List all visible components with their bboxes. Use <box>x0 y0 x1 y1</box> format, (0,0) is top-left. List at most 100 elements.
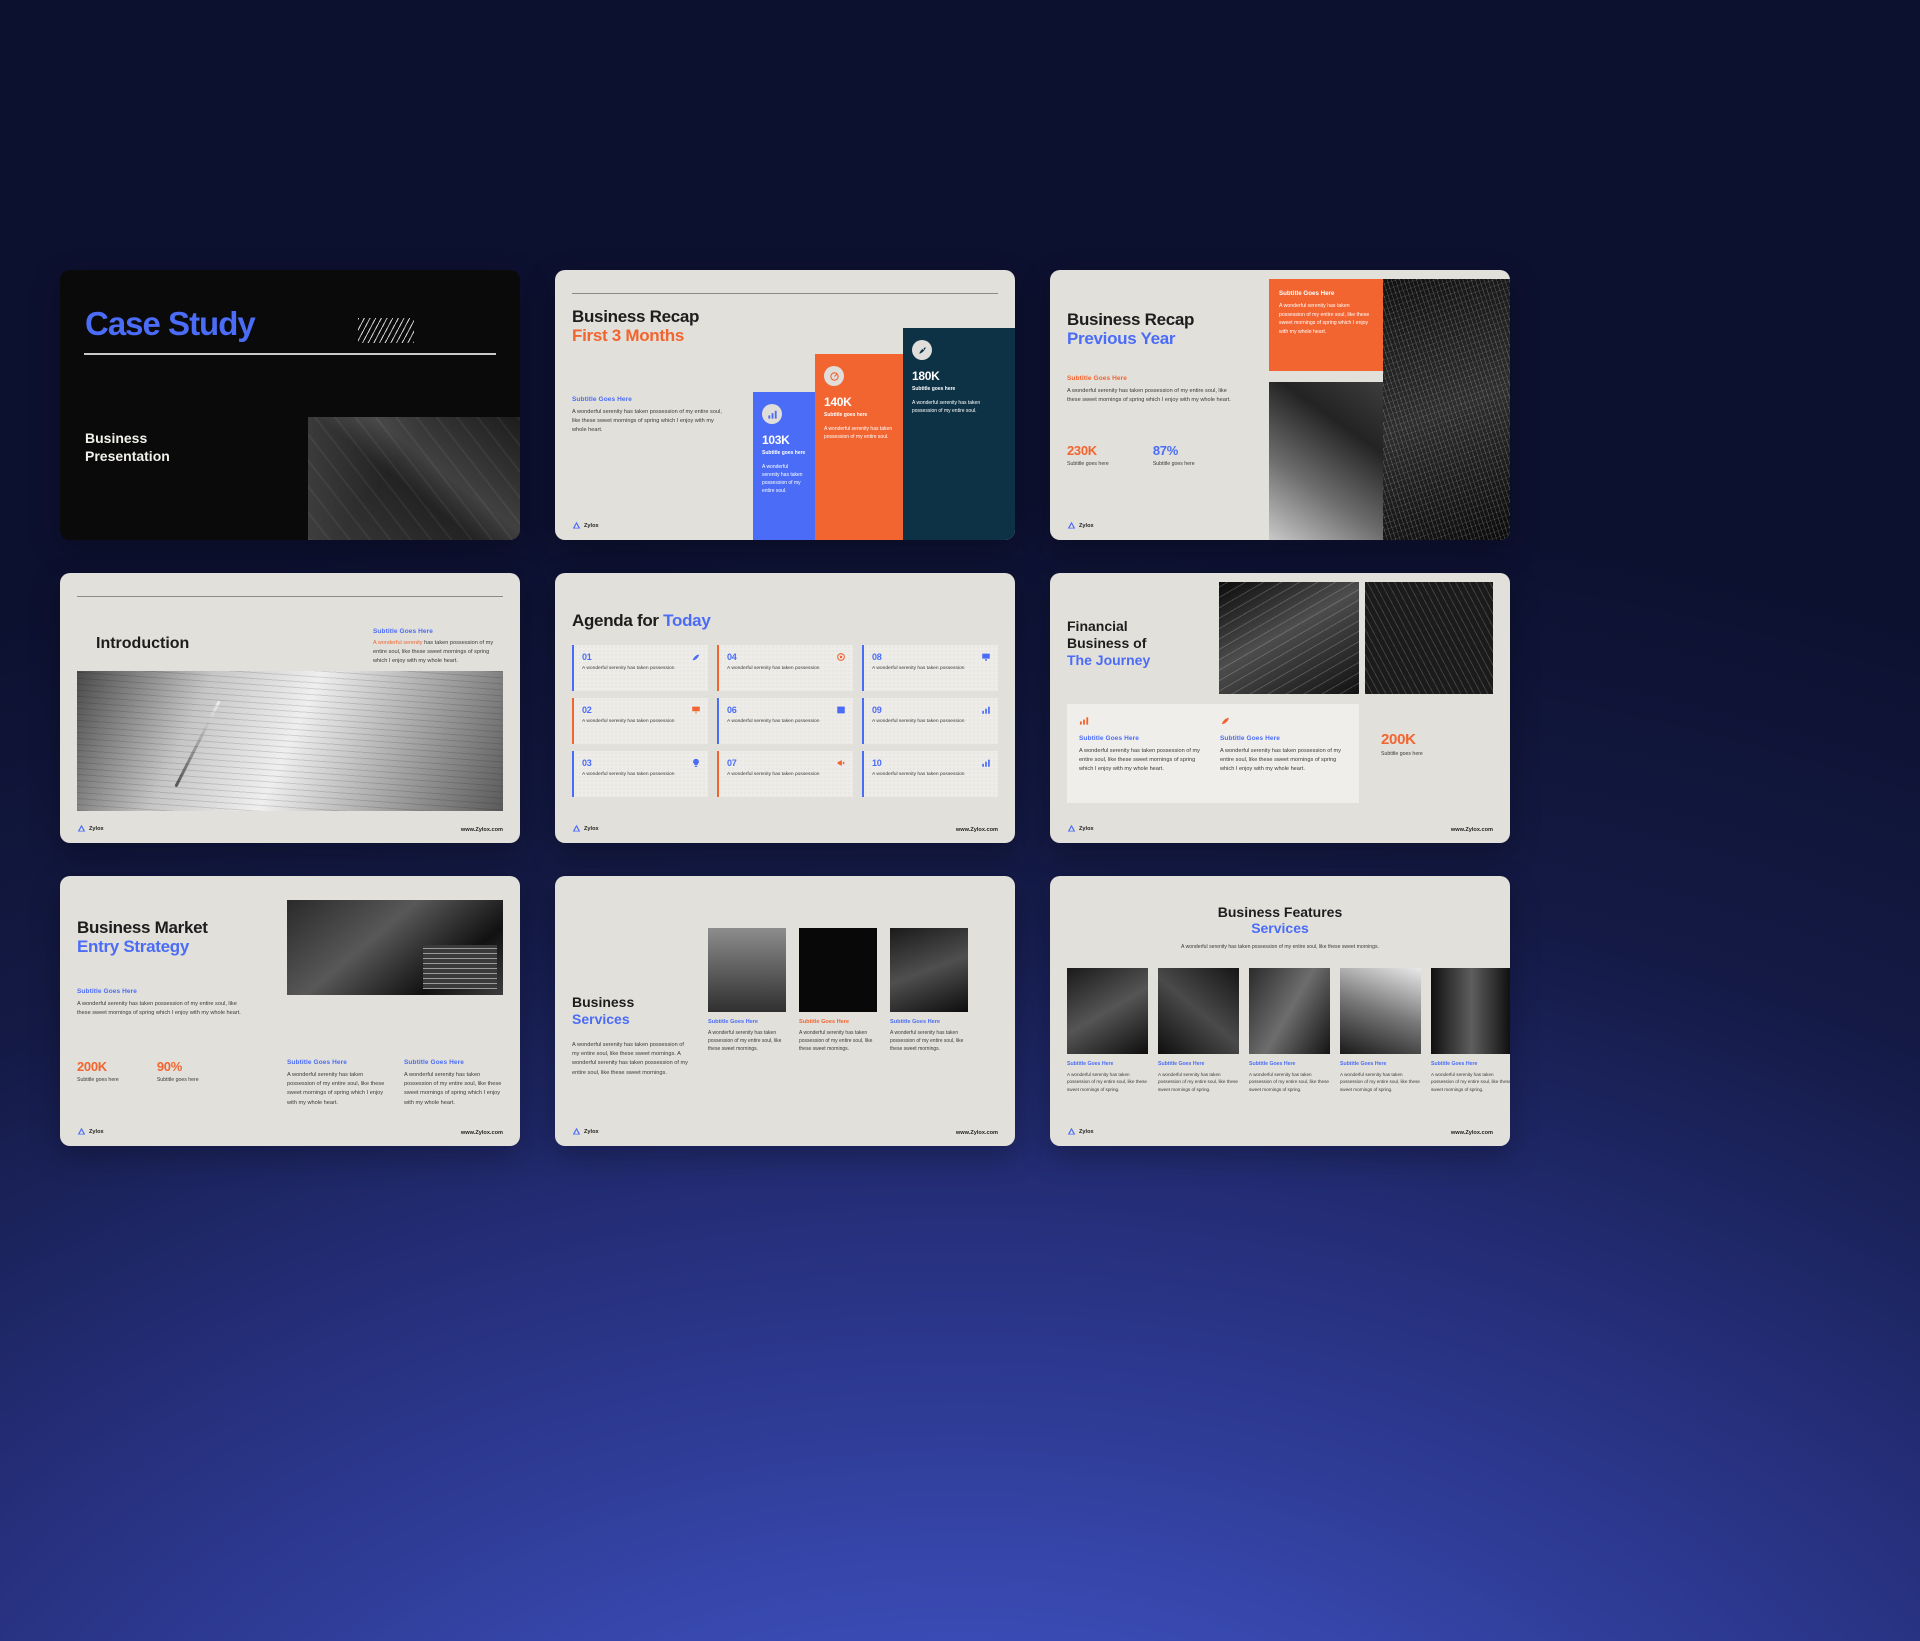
info-column: Subtitle Goes Here A wonderful serenity … <box>404 1059 503 1108</box>
card-title: Subtitle Goes Here <box>799 1019 850 1025</box>
feature-item[interactable]: Subtitle Goes Here A wonderful serenity h… <box>1431 968 1510 1093</box>
megaphone-icon <box>837 760 845 766</box>
slide-financial-business[interactable]: Financial Business of The Journey Subtit… <box>1050 573 1510 843</box>
page-title: Business Services <box>572 994 634 1028</box>
stat-card[interactable]: 103K Subtitle goes here A wonderful sere… <box>753 392 815 540</box>
agenda-number: 10 <box>872 758 882 768</box>
zylox-logo-icon <box>1067 1127 1076 1135</box>
stat-label: Subtitle goes here <box>762 450 806 456</box>
slide-business-services[interactable]: Business Services A wonderful serenity h… <box>555 876 1015 1146</box>
agenda-item[interactable]: 03 A wonderful serenity has taken possess… <box>572 751 708 797</box>
section-subtitle: Subtitle Goes Here <box>1067 375 1127 382</box>
stat-card[interactable]: 140K Subtitle goes here A wonderful sere… <box>815 354 903 540</box>
agenda-text: A wonderful serenity has taken possessio… <box>727 772 820 777</box>
service-card[interactable]: Subtitle Goes Here A wonderful serenity … <box>708 928 786 1053</box>
slide-introduction[interactable]: Introduction Subtitle Goes Here A wonder… <box>60 573 520 843</box>
architecture-image-tall <box>1383 279 1510 540</box>
service-card[interactable]: Subtitle Goes Here A wonderful serenity … <box>890 928 968 1053</box>
agenda-item[interactable]: 01 A wonderful serenity has taken possess… <box>572 645 708 691</box>
agenda-item[interactable]: 10 A wonderful serenity has taken possess… <box>862 751 998 797</box>
zylox-logo-icon <box>1067 521 1076 529</box>
brand-footer: Zylox <box>1067 824 1094 833</box>
feature-item[interactable]: Subtitle Goes Here A wonderful serenity h… <box>1340 968 1421 1093</box>
website-footer[interactable]: www.Zylox.com <box>956 827 998 833</box>
target-growth-icon <box>824 366 844 386</box>
chart-up-icon <box>982 706 990 714</box>
stat-item: 87% Subtitle goes here <box>1153 443 1195 467</box>
brand-footer: Zylox <box>77 1127 104 1136</box>
card-title: Subtitle Goes Here <box>890 1019 941 1025</box>
feature-item[interactable]: Subtitle Goes Here A wonderful serenity h… <box>1249 968 1330 1093</box>
bar-chart-icon <box>982 759 990 767</box>
stat-label: Subtitle goes here <box>1152 461 1195 467</box>
stat-group: 230K Subtitle goes here 87% Subtitle goe… <box>1067 443 1195 467</box>
cover-image <box>308 417 520 540</box>
laptop-desk-image <box>287 900 503 995</box>
agenda-number: 02 <box>582 705 592 715</box>
slide-business-recap-previous-year[interactable]: Business Recap Previous Year Subtitle Go… <box>1050 270 1510 540</box>
callout-box: Subtitle Goes Here A wonderful serenity … <box>1269 279 1383 371</box>
stat-label: Subtitle goes here <box>156 1077 199 1083</box>
agenda-number: 08 <box>872 652 882 662</box>
board-icon <box>692 706 700 714</box>
slide-agenda[interactable]: Agenda for Today 01 A wonderful serenity … <box>555 573 1015 843</box>
info-column: Subtitle Goes Here A wonderful serenity … <box>1220 715 1347 792</box>
slide-business-recap-first-3-months[interactable]: Business Recap First 3 Months Subtitle G… <box>555 270 1015 540</box>
page-title: Introduction <box>96 635 190 652</box>
agenda-item[interactable]: 09 A wonderful serenity has taken possess… <box>862 698 998 744</box>
website-footer[interactable]: www.Zylox.com <box>461 827 503 833</box>
agenda-item[interactable]: 04 A wonderful serenity has taken possess… <box>717 645 853 691</box>
feature-image <box>1249 968 1330 1054</box>
typewriter-image <box>890 928 968 1012</box>
section-body: A wonderful serenity has taken possessio… <box>572 409 722 434</box>
divider <box>572 293 998 295</box>
intro-block: Subtitle Goes Here A wonderful serenity … <box>1067 375 1242 405</box>
agenda-item[interactable]: 07 A wonderful serenity has taken possess… <box>717 751 853 797</box>
brand-name: Zylox <box>584 1128 599 1135</box>
title-main: Business Recap <box>1067 310 1195 329</box>
title-accent: The Journey <box>1067 651 1151 668</box>
stat-label: Subtitle goes here <box>1381 751 1423 757</box>
stat-card[interactable]: 180K Subtitle goes here A wonderful sere… <box>903 328 1015 540</box>
service-card[interactable]: Subtitle Goes Here A wonderful serenity … <box>799 928 877 1053</box>
title-main: Business Features <box>1217 904 1343 920</box>
rocket-icon <box>692 654 699 661</box>
website-footer[interactable]: www.Zylox.com <box>956 1130 998 1136</box>
info-panel: Subtitle Goes Here A wonderful serenity … <box>1067 704 1359 803</box>
column-body: A wonderful serenity has taken possessio… <box>404 1072 502 1106</box>
brand-name: Zylox <box>89 825 104 832</box>
stat-body: A wonderful serenity has taken possessio… <box>762 464 803 494</box>
feature-title: Subtitle Goes Here <box>1158 1061 1205 1067</box>
feature-title: Subtitle Goes Here <box>1249 1061 1296 1067</box>
brand-footer: Zylox <box>1067 1127 1094 1136</box>
title-main: Business Recap <box>572 307 700 326</box>
section-body-lead: A wonderful serenity <box>373 640 423 646</box>
section-lead: A wonderful serenity has taken possessio… <box>1181 944 1379 950</box>
feature-item[interactable]: Subtitle Goes Here A wonderful serenity h… <box>1158 968 1239 1093</box>
callout-title: Subtitle Goes Here <box>1279 290 1335 297</box>
website-footer[interactable]: www.Zylox.com <box>1451 1130 1493 1136</box>
architecture-image-wide <box>1269 382 1383 540</box>
agenda-text: A wonderful serenity has taken possessio… <box>872 666 965 671</box>
page-title: Agenda for Today <box>572 611 711 631</box>
agenda-item[interactable]: 02 A wonderful serenity has taken possess… <box>572 698 708 744</box>
info-column: Subtitle Goes Here A wonderful serenity … <box>287 1059 386 1108</box>
agenda-number: 06 <box>727 705 737 715</box>
building-image-right <box>1365 582 1493 694</box>
website-footer[interactable]: www.Zylox.com <box>461 1130 503 1136</box>
page-title: Business Features Services A wonderful s… <box>1050 904 1510 950</box>
divider <box>77 596 503 598</box>
brand-name: Zylox <box>89 1128 104 1135</box>
agenda-item[interactable]: 06 A wonderful serenity has taken possess… <box>717 698 853 744</box>
slide-cover[interactable]: Case Study Business Presentation <box>60 270 520 540</box>
feature-item[interactable]: Subtitle Goes Here A wonderful serenity h… <box>1067 968 1148 1093</box>
notebook-image <box>77 671 503 811</box>
slide-business-features[interactable]: Business Features Services A wonderful s… <box>1050 876 1510 1146</box>
column-body: A wonderful serenity has taken possessio… <box>1079 748 1200 773</box>
slide-market-entry-strategy[interactable]: Business Market Entry Strategy Subtitle … <box>60 876 520 1146</box>
intro-block: Subtitle Goes Here A wonderful serenity … <box>77 988 247 1018</box>
agenda-item[interactable]: 08 A wonderful serenity has taken possess… <box>862 645 998 691</box>
website-footer[interactable]: www.Zylox.com <box>1451 827 1493 833</box>
stat-card-group: 103K Subtitle goes here A wonderful sere… <box>753 328 1015 540</box>
leaf-image <box>799 928 877 1012</box>
